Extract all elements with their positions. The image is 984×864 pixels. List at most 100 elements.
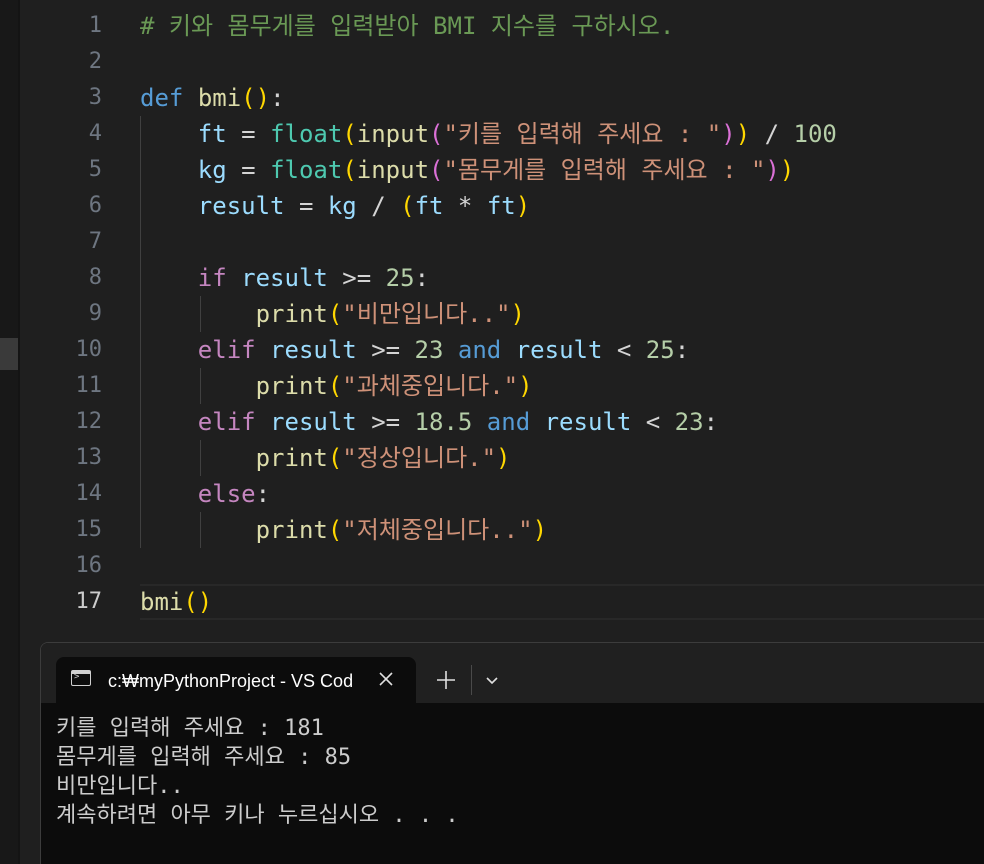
code-token: def: [140, 84, 184, 112]
code-line[interactable]: # 키와 몸무게를 입력받아 BMI 지수를 구하시오.: [20, 8, 984, 44]
code-token: (: [327, 300, 343, 328]
code-token: :: [674, 336, 690, 364]
code-line[interactable]: print("정상입니다."): [20, 440, 984, 476]
code-token: 18.5: [414, 408, 473, 436]
code-token: 25: [645, 336, 675, 364]
code-line[interactable]: elif result >= 23 and result < 25:: [20, 332, 984, 368]
terminal-output-line: 키를 입력해 주세요 : 181: [56, 716, 324, 741]
code-token: float: [270, 120, 343, 148]
code-line[interactable]: kg = float(input("몸무게를 입력해 주세요 : ")): [20, 152, 984, 188]
code-token: kg: [197, 156, 227, 184]
code-token: ): [496, 444, 511, 472]
code-token: print: [255, 444, 328, 472]
code-line[interactable]: else:: [20, 476, 984, 512]
code-line[interactable]: if result >= 25:: [20, 260, 984, 296]
terminal-tab-title: c:₩myPythonProject - VS Cod: [108, 671, 353, 691]
code-token: elif: [197, 408, 256, 436]
code-line[interactable]: [20, 224, 984, 260]
code-text: def bmi():: [140, 80, 285, 116]
code-token: ft: [486, 192, 516, 220]
code-token: ): [735, 120, 751, 148]
code-text: result = kg / (ft * ft): [140, 188, 530, 224]
code-line[interactable]: print("저체중입니다.."): [20, 512, 984, 548]
code-token: "정상입니다.": [342, 444, 497, 472]
code-token: =: [226, 120, 271, 148]
code-token: bmi: [140, 588, 184, 616]
code-text: else:: [140, 476, 270, 512]
code-token: input: [356, 120, 430, 148]
terminal-output-line: 비만입니다..: [56, 774, 184, 799]
code-token: "저체중입니다..": [342, 516, 533, 544]
code-line[interactable]: ft = float(input("키를 입력해 주세요 : ")) / 100: [20, 116, 984, 152]
code-token: result: [544, 408, 632, 436]
code-token: (: [327, 444, 343, 472]
code-token: :: [703, 408, 719, 436]
code-token: ft: [414, 192, 444, 220]
code-token: <: [631, 408, 675, 436]
code-text: bmi(): [140, 586, 212, 618]
code-text: print("저체중입니다.."): [140, 512, 547, 548]
terminal-output-line: 몸무게를 입력해 주세요 : 85: [56, 745, 352, 770]
code-token: ft: [197, 120, 227, 148]
close-icon[interactable]: [374, 667, 398, 691]
code-token: 23: [674, 408, 704, 436]
plus-icon[interactable]: [433, 667, 459, 693]
code-line[interactable]: [20, 44, 984, 80]
code-token: (: [400, 192, 415, 220]
terminal-output[interactable]: 키를 입력해 주세요 : 181 몸무게를 입력해 주세요 : 85 비만입니다..…: [41, 703, 984, 864]
code-token: else: [197, 480, 256, 508]
code-token: 23: [414, 336, 444, 364]
terminal-tab[interactable]: c:₩myPythonProject - VS Cod: [56, 657, 416, 703]
code-token: >=: [356, 336, 415, 364]
code-line[interactable]: print("비만입니다.."): [20, 296, 984, 332]
activity-bar-active-marker: [0, 338, 18, 370]
code-token: (: [327, 372, 343, 400]
code-line[interactable]: result = kg / (ft * ft): [20, 188, 984, 224]
code-token: ): [779, 156, 795, 184]
code-line[interactable]: [20, 548, 984, 584]
code-line[interactable]: def bmi():: [20, 80, 984, 116]
code-token: print: [255, 300, 328, 328]
code-token: # 키와 몸무게를 입력받아 BMI 지수를 구하시오.: [140, 12, 675, 40]
current-code-line[interactable]: bmi(): [140, 584, 984, 620]
code-token: /: [750, 120, 794, 148]
code-token: elif: [197, 336, 256, 364]
code-line[interactable]: elif result >= 18.5 and result < 23:: [20, 404, 984, 440]
line-number: 17: [75, 589, 103, 614]
code-token: (: [342, 120, 357, 148]
code-editor[interactable]: 1 # 키와 몸무게를 입력받아 BMI 지수를 구하시오. 2 3 def bmi()…: [20, 0, 984, 640]
chevron-down-icon[interactable]: [479, 667, 505, 693]
code-token: "몸무게를 입력해 주세요 : ": [443, 156, 766, 184]
terminal-output-line: 계속하려면 아무 키나 누르십시오 . . .: [56, 803, 459, 828]
code-text: kg = float(input("몸무게를 입력해 주세요 : ")): [140, 152, 795, 188]
code-token: <: [602, 336, 646, 364]
code-token: >=: [327, 264, 386, 292]
tab-separator: [471, 665, 472, 695]
code-token: :: [255, 480, 271, 508]
code-token: "과체중입니다.": [342, 372, 519, 400]
code-text: elif result >= 23 and result < 25:: [140, 332, 689, 368]
code-token: kg: [327, 192, 357, 220]
terminal-icon: [71, 670, 91, 686]
code-token: (: [429, 120, 444, 148]
code-token: (: [429, 156, 444, 184]
code-token: /: [356, 192, 401, 220]
code-line[interactable]: print("과체중입니다."): [20, 368, 984, 404]
code-token: result: [197, 192, 285, 220]
code-token: =: [284, 192, 328, 220]
code-token: print: [255, 372, 328, 400]
code-token: (): [241, 84, 271, 112]
